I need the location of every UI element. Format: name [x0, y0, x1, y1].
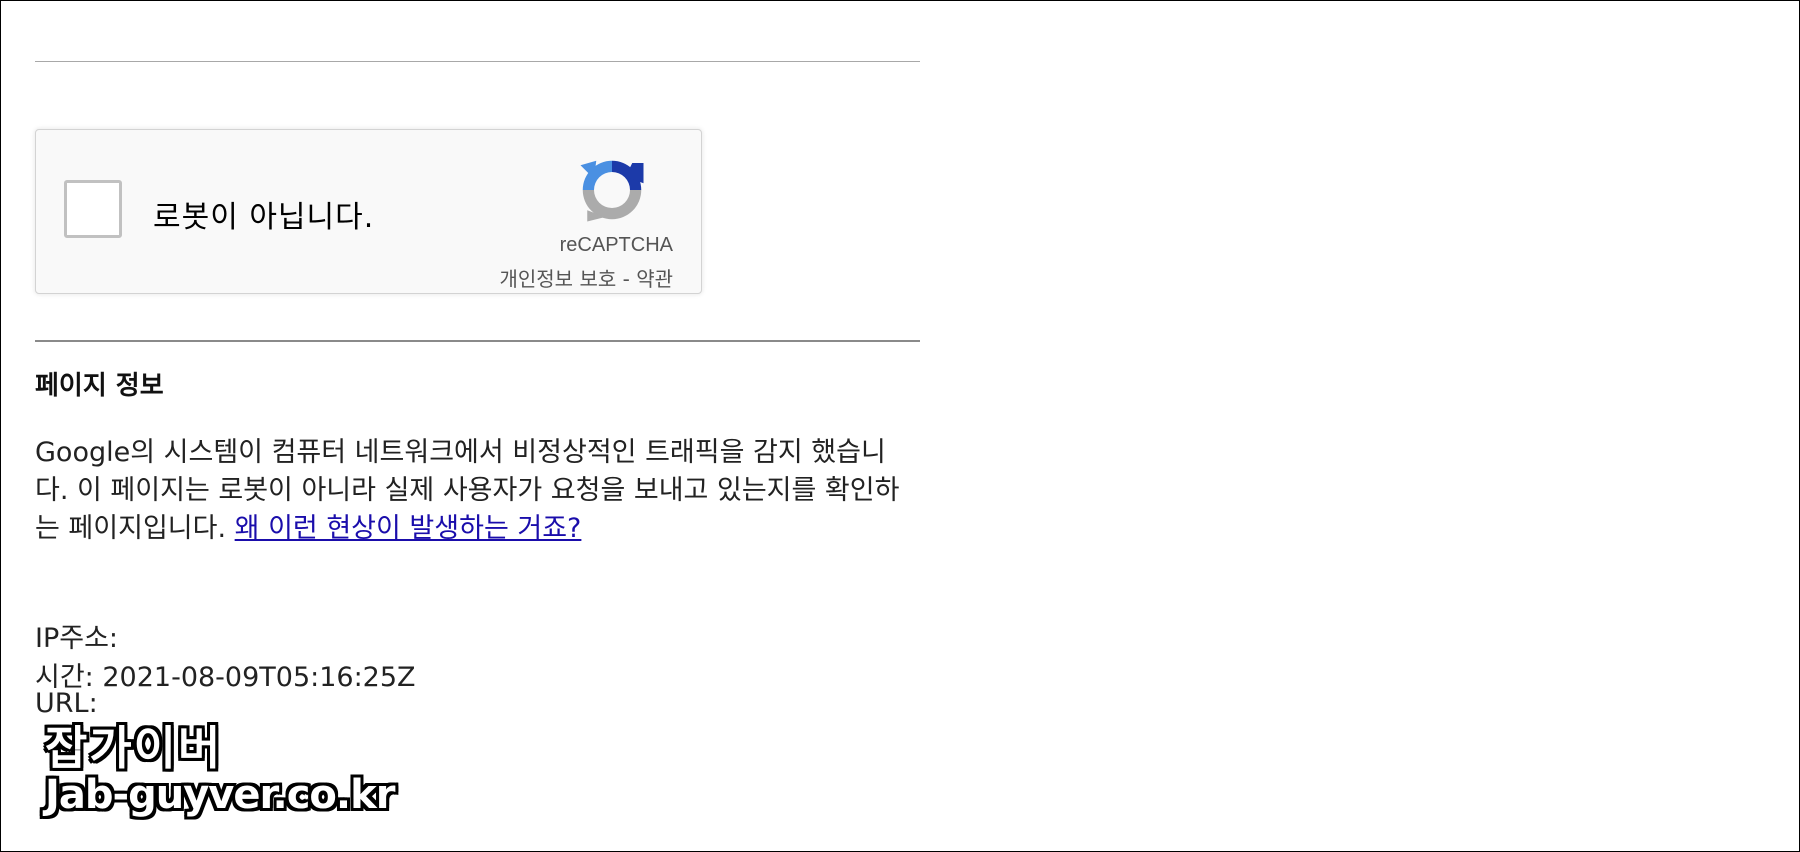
top-divider: [35, 61, 920, 62]
checkbox-label: 로봇이 아닙니다.: [153, 200, 375, 235]
recaptcha-brand: reCAPTCHA: [559, 234, 673, 256]
page-info-heading: 페이지 정보: [35, 371, 164, 401]
why-link[interactable]: 왜 이런 현상이 발생하는 거죠?: [235, 513, 582, 544]
not-robot-checkbox[interactable]: [64, 180, 122, 238]
watermark-name: 잡가이버: [45, 721, 223, 775]
time-value: 2021-08-09T05:16:25Z: [102, 662, 416, 693]
page-frame: [0, 0, 1800, 852]
legal-separator: -: [622, 267, 630, 291]
recaptcha-logo-icon: [580, 160, 644, 222]
recaptcha-widget: 로봇이 아닙니다. reCAPTCHA 개인정보 보호 - 약관: [35, 129, 702, 294]
page-info-body: Google의 시스템이 컴퓨터 네트워크에서 비정상적인 트래픽을 감지 했습…: [35, 434, 915, 548]
ip-label: IP주소:: [35, 623, 119, 654]
privacy-link[interactable]: 개인정보 보호: [499, 267, 616, 291]
terms-link[interactable]: 약관: [636, 267, 673, 291]
ip-address-line: IP주소:: [35, 616, 118, 655]
middle-divider: [35, 340, 920, 342]
recaptcha-legal-links: 개인정보 보호 - 약관: [499, 263, 673, 292]
watermark-url: Jab-guyver.co.kr: [45, 772, 395, 818]
